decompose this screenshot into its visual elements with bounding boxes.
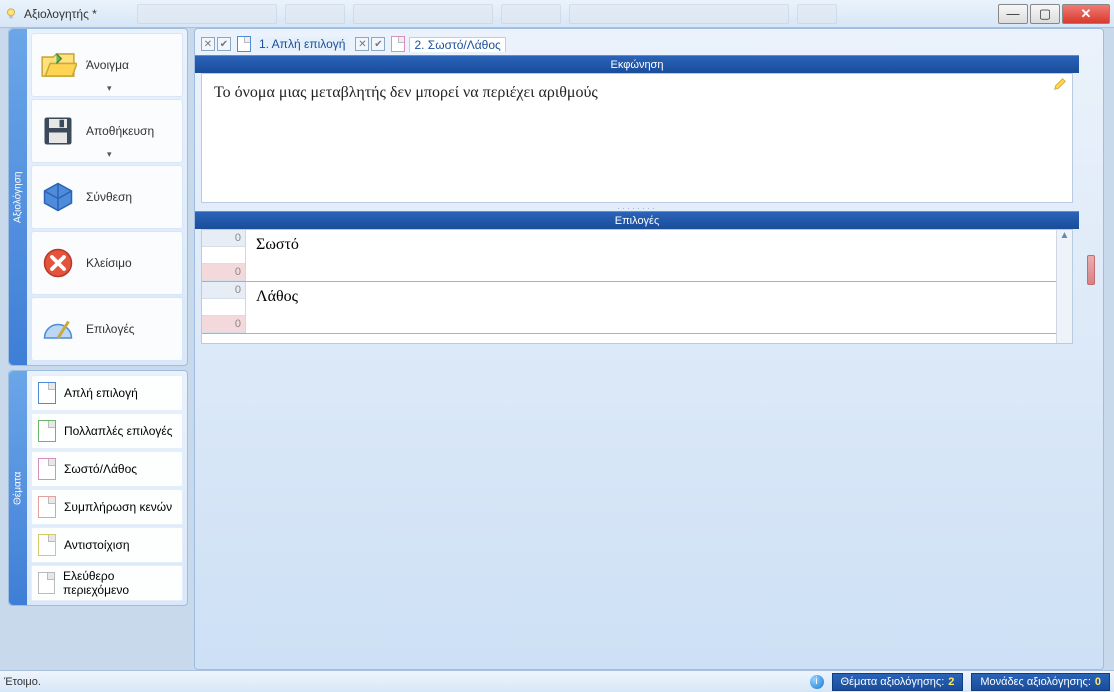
options-button[interactable]: Επιλογές bbox=[31, 297, 183, 361]
type-freeform-button[interactable]: Ελεύθερο περιεχόμενο bbox=[31, 565, 183, 601]
question-text: Το όνομα μιας μεταβλητής δεν μπορεί να π… bbox=[214, 84, 598, 101]
gutter-mid bbox=[202, 247, 245, 264]
gutter-mid bbox=[202, 299, 245, 316]
question-header: Εκφώνηση bbox=[195, 55, 1079, 73]
chevron-down-icon: ▾ bbox=[107, 149, 112, 160]
panel-evaluation: Αξιολόγηση Άνοιγμα ▾ Αποθήκευση ▾ bbox=[8, 28, 188, 366]
gutter-top: 0 bbox=[202, 230, 245, 247]
question-textarea[interactable]: Το όνομα μιας μεταβλητής δεν μπορεί να π… bbox=[201, 73, 1073, 203]
close-circle-icon bbox=[38, 243, 78, 283]
type-label: Σωστό/Λάθος bbox=[64, 462, 137, 476]
close-window-button[interactable]: ✕ bbox=[1062, 4, 1110, 24]
tab-close-icon[interactable]: ✕ bbox=[355, 37, 369, 51]
folder-open-icon bbox=[38, 45, 78, 85]
status-units-count: 0 bbox=[1095, 676, 1101, 688]
scrollbar[interactable]: ▲ bbox=[1056, 230, 1072, 343]
doc-icon bbox=[38, 420, 56, 442]
doc-icon bbox=[38, 534, 56, 556]
open-button[interactable]: Άνοιγμα ▾ bbox=[31, 33, 183, 97]
edit-icon[interactable] bbox=[1052, 76, 1068, 92]
choice-text[interactable]: Λάθος bbox=[246, 282, 1056, 333]
panel-topics: Θέματα Απλή επιλογή Πολλαπλές επιλογές Σ… bbox=[8, 370, 188, 606]
page-icon bbox=[391, 36, 405, 52]
compose-label: Σύνθεση bbox=[86, 190, 132, 204]
gutter-top: 0 bbox=[202, 282, 245, 299]
chevron-down-icon: ▾ bbox=[107, 83, 112, 94]
status-units: Μονάδες αξιολόγησης: 0 bbox=[971, 673, 1110, 691]
type-label: Πολλαπλές επιλογές bbox=[64, 424, 173, 438]
box-icon bbox=[38, 177, 78, 217]
info-icon: i bbox=[810, 675, 824, 689]
bulb-icon bbox=[4, 7, 18, 21]
tab-checkbox[interactable]: ✔ bbox=[217, 37, 231, 51]
tabs-bar: ✕ ✔ 1. Απλή επιλογή ✕ ✔ 2. Σωστό/Λάθος bbox=[195, 29, 1103, 55]
status-topics-label: Θέματα αξιολόγησης: bbox=[841, 676, 945, 688]
main-area: ✕ ✔ 1. Απλή επιλογή ✕ ✔ 2. Σωστό/Λάθος Ε… bbox=[194, 28, 1104, 670]
statusbar: Έτοιμο. i Θέματα αξιολόγησης: 2 Μονάδες … bbox=[0, 670, 1114, 692]
type-fillblanks-button[interactable]: Συμπλήρωση κενών bbox=[31, 489, 183, 525]
empty-area bbox=[201, 348, 1073, 663]
type-label: Συμπλήρωση κενών bbox=[64, 500, 172, 514]
doc-icon bbox=[38, 458, 56, 480]
doc-icon bbox=[38, 382, 56, 404]
close-label: Κλείσιμο bbox=[86, 256, 132, 270]
tab-label: 1. Απλή επιλογή bbox=[255, 37, 349, 51]
floppy-icon bbox=[38, 111, 78, 151]
right-rail bbox=[1079, 55, 1103, 669]
status-units-label: Μονάδες αξιολόγησης: bbox=[980, 676, 1091, 688]
tab-label: 2. Σωστό/Λάθος bbox=[409, 37, 505, 52]
gutter-bottom: 0 bbox=[202, 264, 245, 281]
tab-2[interactable]: ✕ ✔ 2. Σωστό/Λάθος bbox=[355, 33, 505, 55]
choice-row[interactable]: 0 0 Λάθος bbox=[202, 282, 1056, 334]
status-topics: Θέματα αξιολόγησης: 2 bbox=[832, 673, 964, 691]
type-label: Ελεύθερο περιεχόμενο bbox=[63, 569, 176, 597]
tab-1[interactable]: ✕ ✔ 1. Απλή επιλογή bbox=[201, 33, 349, 55]
save-button[interactable]: Αποθήκευση ▾ bbox=[31, 99, 183, 163]
status-topics-count: 2 bbox=[948, 676, 954, 688]
page-icon bbox=[237, 36, 251, 52]
protractor-icon bbox=[38, 309, 78, 349]
type-matching-button[interactable]: Αντιστοίχιση bbox=[31, 527, 183, 563]
splitter[interactable]: ········ bbox=[195, 203, 1079, 211]
choice-gutter: 0 0 bbox=[202, 230, 246, 281]
titlebar: Αξιολογητής * — ▢ ✕ bbox=[0, 0, 1114, 28]
close-button[interactable]: Κλείσιμο bbox=[31, 231, 183, 295]
choices-header: Επιλογές bbox=[195, 211, 1079, 229]
background-apps bbox=[137, 4, 996, 24]
status-ready: Έτοιμο. bbox=[4, 676, 41, 688]
window-title: Αξιολογητής * bbox=[24, 7, 97, 21]
rail-handle[interactable] bbox=[1087, 255, 1095, 285]
doc-icon bbox=[38, 572, 55, 594]
panel-tab-topics[interactable]: Θέματα bbox=[9, 371, 27, 605]
options-label: Επιλογές bbox=[86, 322, 135, 336]
choice-gutter: 0 0 bbox=[202, 282, 246, 333]
maximize-button[interactable]: ▢ bbox=[1030, 4, 1060, 24]
choice-row[interactable]: 0 0 Σωστό bbox=[202, 230, 1056, 282]
choices-list: 0 0 Σωστό 0 0 bbox=[201, 229, 1073, 344]
open-label: Άνοιγμα bbox=[86, 58, 129, 72]
panel-tab-evaluation[interactable]: Αξιολόγηση bbox=[9, 29, 27, 365]
minimize-button[interactable]: — bbox=[998, 4, 1028, 24]
type-label: Αντιστοίχιση bbox=[64, 538, 130, 552]
scroll-up-icon[interactable]: ▲ bbox=[1060, 230, 1070, 241]
save-label: Αποθήκευση bbox=[86, 124, 154, 138]
doc-icon bbox=[38, 496, 56, 518]
type-single-button[interactable]: Απλή επιλογή bbox=[31, 375, 183, 411]
compose-button[interactable]: Σύνθεση bbox=[31, 165, 183, 229]
type-multiple-button[interactable]: Πολλαπλές επιλογές bbox=[31, 413, 183, 449]
choice-text[interactable]: Σωστό bbox=[246, 230, 1056, 281]
type-label: Απλή επιλογή bbox=[64, 386, 138, 400]
tab-close-icon[interactable]: ✕ bbox=[201, 37, 215, 51]
tab-checkbox[interactable]: ✔ bbox=[371, 37, 385, 51]
gutter-bottom: 0 bbox=[202, 316, 245, 333]
type-truefalse-button[interactable]: Σωστό/Λάθος bbox=[31, 451, 183, 487]
